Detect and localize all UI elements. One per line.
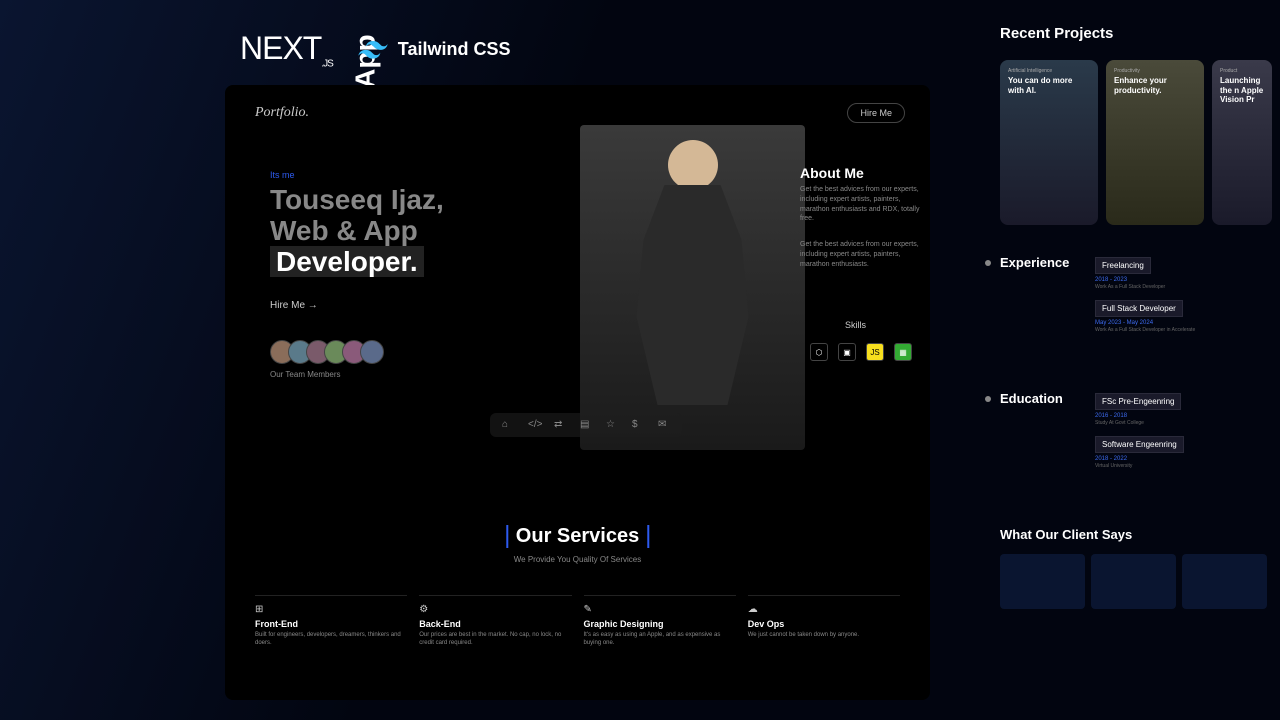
project-card[interactable]: Artificial Intelligence You can do more w… — [1000, 60, 1098, 225]
education-heading: Education — [1000, 391, 1075, 477]
testimonials-row — [1000, 554, 1280, 609]
about-para-2: Get the best advices from our experts, i… — [800, 240, 925, 269]
nextjs-logo: NEXT.JS — [240, 30, 333, 69]
timeline-sub: Work As a Full Stack Developer — [1095, 284, 1280, 290]
portfolio-preview-card: Portfolio. Hire Me Its me Touseeq Ijaz, … — [225, 85, 930, 700]
skill-icon: ▦ — [894, 343, 912, 361]
testimonials-heading: What Our Client Says — [1000, 527, 1280, 542]
experience-row: Experience Freelancing2018 - 2023Work As… — [1000, 255, 1280, 341]
home-icon[interactable]: ⌂ — [502, 419, 514, 431]
nav-toolbar: ⌂ </> ⇄ ▤ ☆ $ ✉ — [490, 413, 682, 437]
hero-heading: Touseeq Ijaz, Web & App Developer. — [270, 185, 444, 277]
timeline-date: May 2023 - May 2024 — [1095, 320, 1280, 326]
services-subheading: We Provide You Quality Of Services — [514, 555, 641, 564]
about-para-1: Get the best advices from our experts, i… — [800, 185, 925, 224]
dollar-icon[interactable]: $ — [632, 419, 644, 431]
timeline-item: FSc Pre-Engeenring — [1095, 393, 1181, 410]
hero-photo — [580, 125, 805, 450]
mail-icon[interactable]: ✉ — [658, 419, 670, 431]
education-row: Education FSc Pre-Engeenring2016 - 2018S… — [1000, 391, 1280, 477]
tailwind-icon — [358, 41, 388, 59]
timeline-item: Freelancing — [1095, 257, 1151, 274]
team-label: Our Team Members — [270, 370, 341, 379]
service-icon: ✎ — [584, 604, 736, 615]
project-tag: Productivity — [1114, 68, 1196, 74]
skill-icon: JS — [866, 343, 884, 361]
project-tag: Product — [1220, 68, 1264, 74]
tailwind-logo: Tailwind CSS — [358, 39, 511, 60]
tech-stack-logos: NEXT.JS Tailwind CSS — [240, 30, 510, 69]
services-heading: Our Services — [506, 525, 649, 548]
project-card[interactable]: Product Launching the n Apple Vision Pr — [1212, 60, 1272, 225]
service-card[interactable]: ✎ Graphic Designing It's as easy as using … — [584, 595, 736, 648]
testimonial-card — [1182, 554, 1267, 609]
timeline-item: Full Stack Developer — [1095, 300, 1183, 317]
skills-heading: Skills — [845, 320, 866, 330]
timeline-item: Software Engeenring — [1095, 436, 1184, 453]
service-title: Back-End — [419, 619, 571, 629]
timeline-sub: Virtual University — [1095, 463, 1280, 469]
project-title: Enhance your productivity. — [1114, 76, 1196, 95]
service-card[interactable]: ⊞ Front-End Built for engineers, developer… — [255, 595, 407, 648]
service-title: Dev Ops — [748, 619, 900, 629]
about-heading: About Me — [800, 165, 864, 181]
timeline-date: 2018 - 2022 — [1095, 456, 1280, 462]
recent-projects-heading: Recent Projects — [1000, 25, 1280, 42]
timeline-date: 2016 - 2018 — [1095, 413, 1280, 419]
projects-row: Artificial Intelligence You can do more w… — [1000, 60, 1280, 225]
brand-logo[interactable]: Portfolio. — [255, 105, 309, 121]
swap-icon[interactable]: ⇄ — [554, 419, 566, 431]
services-grid: ⊞ Front-End Built for engineers, developer… — [255, 595, 900, 648]
service-card[interactable]: ☁ Dev Ops We just cannot be taken down by … — [748, 595, 900, 648]
skill-icon: ▣ — [838, 343, 856, 361]
service-icon: ☁ — [748, 604, 900, 615]
project-title: You can do more with AI. — [1008, 76, 1090, 95]
timeline-sub: Study At Govt College — [1095, 420, 1280, 426]
service-icon: ⚙ — [419, 604, 571, 615]
timeline: Experience Freelancing2018 - 2023Work As… — [1000, 255, 1280, 477]
intro-label: Its me — [270, 170, 295, 180]
service-icon: ⊞ — [255, 604, 407, 615]
avatar — [360, 340, 384, 364]
skill-icon-row: ⬡ ▣ JS ▦ — [810, 343, 912, 361]
code-icon[interactable]: </> — [528, 419, 540, 431]
hire-me-link[interactable]: Hire Me → — [270, 300, 318, 311]
service-desc: Our prices are best in the market. No ca… — [419, 632, 571, 648]
project-card[interactable]: Productivity Enhance your productivity. — [1106, 60, 1204, 225]
hire-me-button[interactable]: Hire Me — [847, 103, 905, 123]
testimonial-card — [1000, 554, 1085, 609]
project-tag: Artificial Intelligence — [1008, 68, 1090, 74]
doc-icon[interactable]: ▤ — [580, 419, 592, 431]
service-desc: We just cannot be taken down by anyone. — [748, 632, 900, 640]
right-panel: Recent Projects Artificial Intelligence Y… — [960, 0, 1280, 720]
skill-icon: ⬡ — [810, 343, 828, 361]
service-title: Graphic Designing — [584, 619, 736, 629]
service-desc: Built for engineers, developers, dreamer… — [255, 632, 407, 648]
experience-heading: Experience — [1000, 255, 1075, 341]
service-desc: It's as easy as using an Apple, and as e… — [584, 632, 736, 648]
testimonial-card — [1091, 554, 1176, 609]
service-card[interactable]: ⚙ Back-End Our prices are best in the mark… — [419, 595, 571, 648]
timeline-date: 2018 - 2023 — [1095, 277, 1280, 283]
timeline-sub: Work As a Full Stack Developer in Accele… — [1095, 327, 1280, 333]
project-title: Launching the n Apple Vision Pr — [1220, 76, 1264, 105]
star-icon[interactable]: ☆ — [606, 419, 618, 431]
tailwind-text: Tailwind CSS — [398, 39, 511, 60]
service-title: Front-End — [255, 619, 407, 629]
team-avatars — [270, 340, 378, 364]
